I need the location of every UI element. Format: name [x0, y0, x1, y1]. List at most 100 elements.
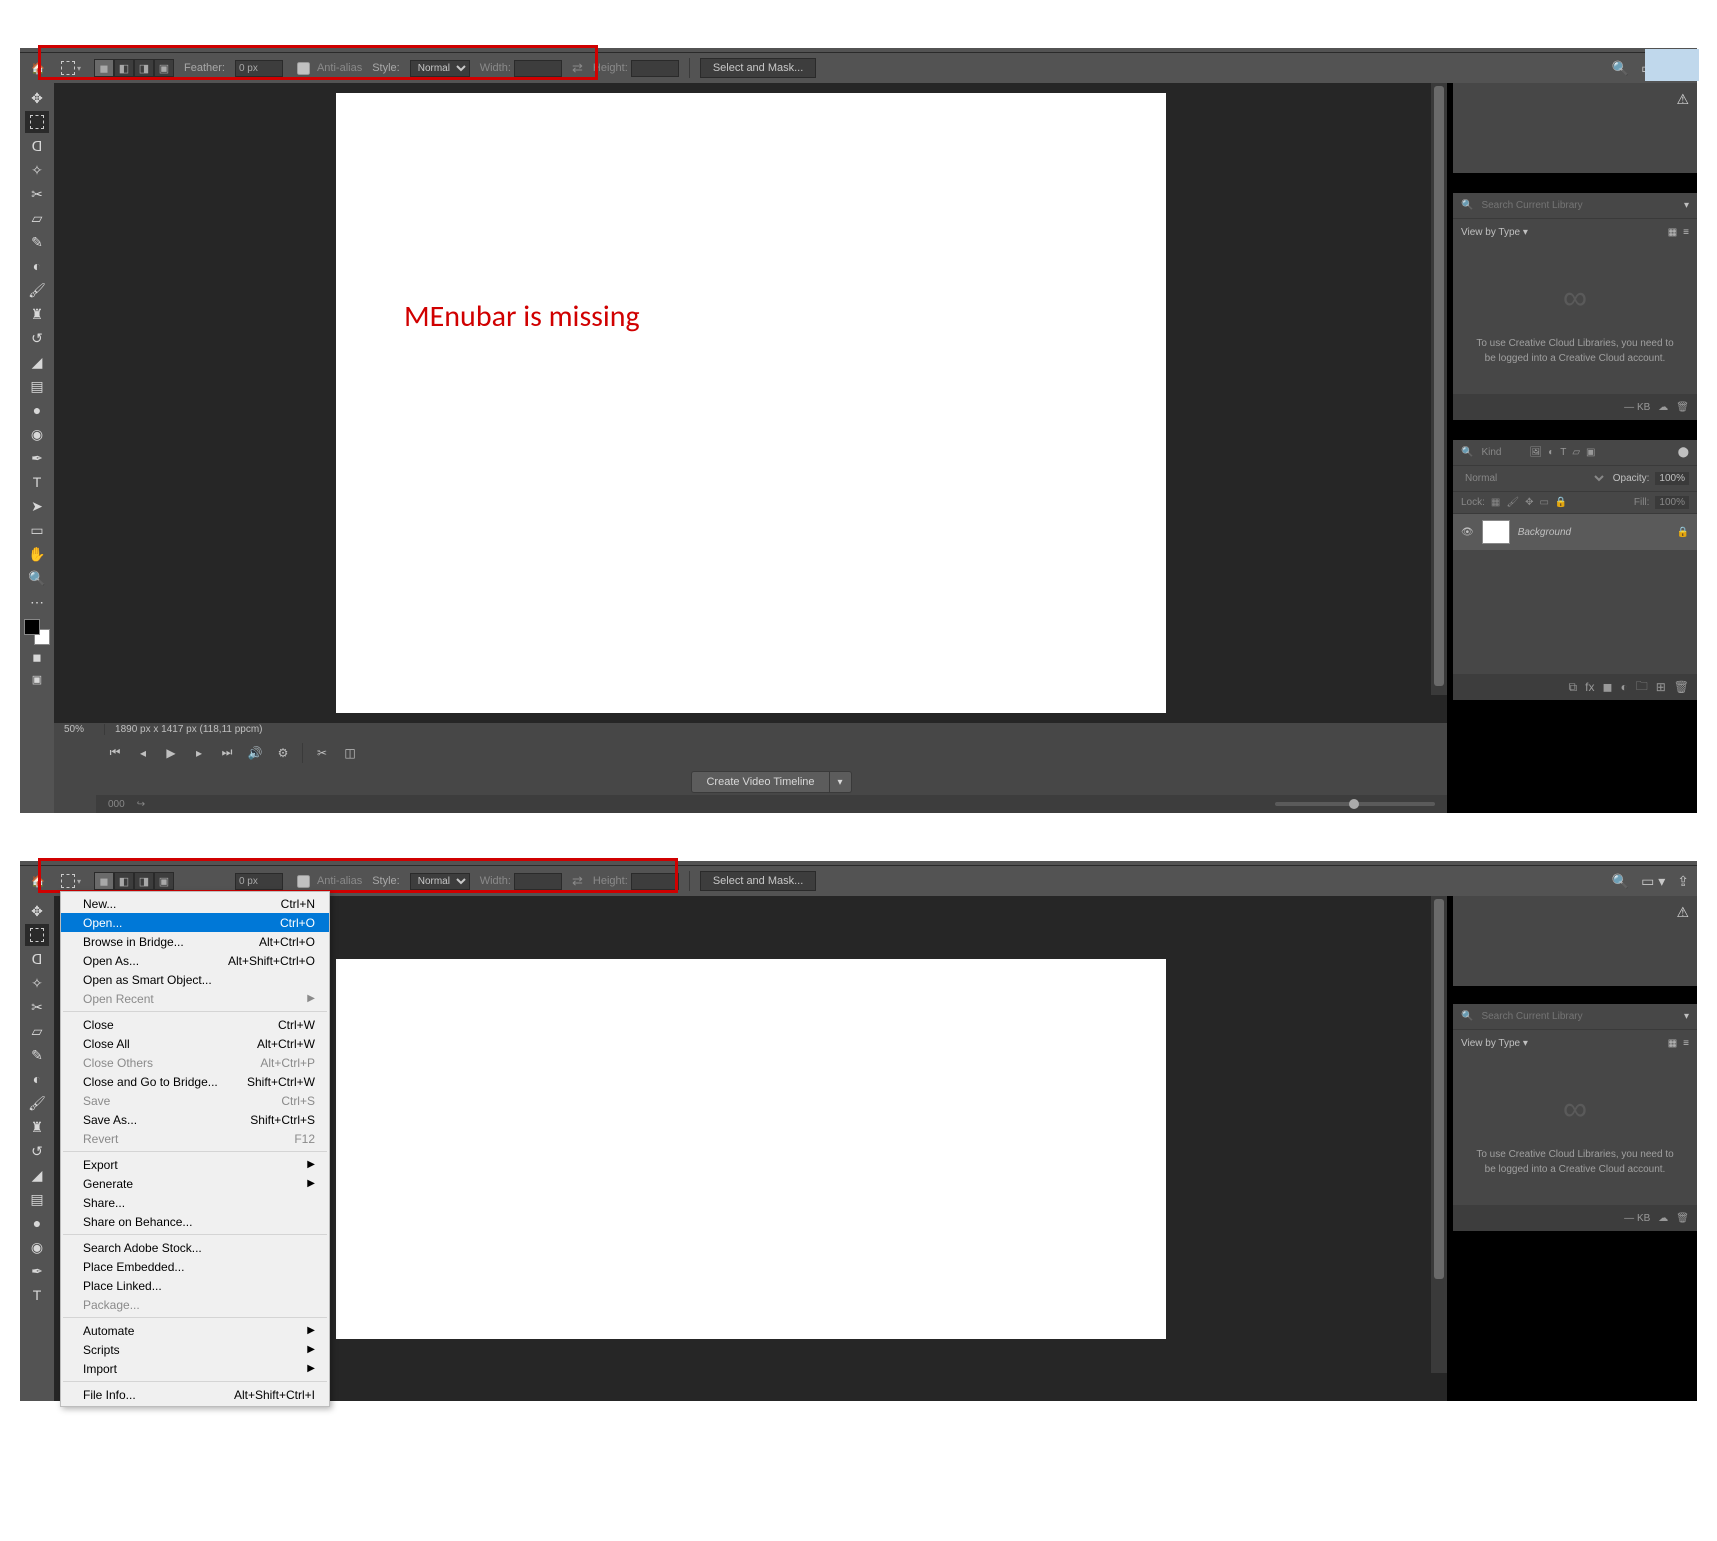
share-icon[interactable]: ⇪ [1677, 873, 1689, 890]
tool-healing[interactable]: ◐ [25, 255, 49, 277]
select-and-mask-button[interactable]: Select and Mask... [700, 871, 817, 891]
create-video-timeline-button[interactable]: Create Video Timeline [691, 771, 829, 793]
tool-type[interactable]: T [25, 471, 49, 493]
vertical-scrollbar[interactable] [1431, 896, 1447, 1373]
lock-all-icon[interactable]: 🔒 [1555, 497, 1567, 508]
menu-item-share-on-behance[interactable]: Share on Behance... [61, 1212, 329, 1231]
fx-icon[interactable]: fx [1585, 680, 1594, 694]
tl-prev-frame-icon[interactable]: ◂ [134, 746, 152, 760]
tool-path-select[interactable]: ➤ [25, 495, 49, 517]
tool-magic-wand[interactable]: ✧ [25, 972, 49, 994]
tool-lasso[interactable]: ᗡ [25, 948, 49, 970]
menu-item-place-embedded[interactable]: Place Embedded... [61, 1257, 329, 1276]
tool-move[interactable]: ✥ [25, 87, 49, 109]
lock-trans-icon[interactable]: ▦ [1491, 497, 1500, 508]
new-layer-icon[interactable]: ⊞ [1656, 680, 1666, 694]
tl-first-frame-icon[interactable]: ⏮ [106, 745, 124, 760]
tl-audio-icon[interactable]: 🔊 [246, 746, 264, 760]
tool-brush[interactable]: 🖌 [25, 1092, 49, 1114]
tool-history-brush[interactable]: ↺ [25, 327, 49, 349]
menu-item-automate[interactable]: Automate▶ [61, 1321, 329, 1340]
menu-item-save-as[interactable]: Save As...Shift+Ctrl+S [61, 1110, 329, 1129]
lib-dropdown-icon[interactable]: ▾ [1684, 1011, 1689, 1022]
vertical-scrollbar[interactable] [1431, 83, 1447, 695]
search-icon[interactable]: 🔍 [1612, 873, 1629, 890]
tool-eraser[interactable]: ◢ [25, 351, 49, 373]
fill-value[interactable]: 100% [1655, 496, 1689, 509]
screen-mode-icon[interactable]: ▣ [25, 669, 49, 689]
tl-split-icon[interactable]: ✂ [313, 746, 331, 760]
lib-trash-icon[interactable]: 🗑 [1676, 1213, 1689, 1224]
layer-visibility-icon[interactable]: 👁 [1461, 527, 1474, 538]
opacity-value[interactable]: 100% [1655, 472, 1689, 485]
layer-name[interactable]: Background [1518, 527, 1571, 538]
tool-blur[interactable]: ● [25, 1212, 49, 1234]
quick-mask-icon[interactable]: ◼ [25, 647, 49, 667]
lib-search-input[interactable] [1479, 199, 1678, 212]
lock-pos-icon[interactable]: ✥ [1525, 497, 1533, 508]
tl-last-frame-icon[interactable]: ⏭ [218, 745, 236, 760]
search-icon[interactable]: 🔍 [1612, 60, 1629, 77]
tool-healing[interactable]: ◐ [25, 1068, 49, 1090]
kind-filter[interactable] [1479, 446, 1519, 459]
menu-item-close[interactable]: CloseCtrl+W [61, 1015, 329, 1034]
menu-item-open-as-smart-object[interactable]: Open as Smart Object... [61, 970, 329, 989]
link-layers-icon[interactable]: ⧉ [1569, 680, 1578, 695]
group-icon[interactable]: 🗀 [1636, 677, 1648, 698]
tool-marquee[interactable] [25, 924, 49, 946]
select-and-mask-button[interactable]: Select and Mask... [700, 58, 817, 78]
menu-item-open-as[interactable]: Open As...Alt+Shift+Ctrl+O [61, 951, 329, 970]
create-timeline-dropdown[interactable]: ▾ [830, 771, 852, 793]
tool-gradient[interactable]: ▤ [25, 1188, 49, 1210]
lib-view-label[interactable]: View by Type [1461, 227, 1520, 238]
filter-shape-icon[interactable]: ▱ [1572, 447, 1580, 458]
tool-eyedropper[interactable]: ✎ [25, 1044, 49, 1066]
menu-item-place-linked[interactable]: Place Linked... [61, 1276, 329, 1295]
tool-gradient[interactable]: ▤ [25, 375, 49, 397]
tool-blur[interactable]: ● [25, 399, 49, 421]
cloud-doc-thumb[interactable] [1645, 49, 1699, 81]
tool-crop[interactable]: ✂ [25, 996, 49, 1018]
tl-settings-icon[interactable]: ⚙ [274, 746, 292, 760]
tool-eyedropper[interactable]: ✎ [25, 231, 49, 253]
menu-item-search-adobe-stock[interactable]: Search Adobe Stock... [61, 1238, 329, 1257]
tool-brush[interactable]: 🖌 [25, 279, 49, 301]
doc-info[interactable]: 1890 px x 1417 px (118,11 ppcm) [104, 724, 263, 735]
tool-clone[interactable]: ♜ [25, 303, 49, 325]
menu-item-new[interactable]: New...Ctrl+N [61, 894, 329, 913]
lib-dropdown-icon[interactable]: ▾ [1684, 200, 1689, 211]
lib-grid-icon[interactable]: ▦ [1668, 227, 1677, 238]
tl-next-frame-icon[interactable]: ▸ [190, 746, 208, 760]
menu-item-import[interactable]: Import▶ [61, 1359, 329, 1378]
canvas[interactable] [336, 959, 1166, 1339]
tl-transition-icon[interactable]: ◫ [341, 746, 359, 760]
tl-zoom-slider[interactable] [1275, 802, 1435, 806]
filter-smart-icon[interactable]: ▣ [1586, 447, 1595, 458]
tool-crop[interactable]: ✂ [25, 183, 49, 205]
lib-sync-icon[interactable]: ☁ [1658, 1213, 1668, 1224]
tool-dodge[interactable]: ◉ [25, 423, 49, 445]
menu-item-file-info[interactable]: File Info...Alt+Shift+Ctrl+I [61, 1385, 329, 1404]
tool-rectangle[interactable]: ▭ [25, 519, 49, 541]
tool-type[interactable]: T [25, 1284, 49, 1306]
lock-nest-icon[interactable]: ▭ [1539, 497, 1548, 508]
tool-eraser[interactable]: ◢ [25, 1164, 49, 1186]
menu-item-open[interactable]: Open...Ctrl+O [61, 913, 329, 932]
tl-play-icon[interactable]: ▶ [162, 746, 180, 760]
filter-toggle[interactable]: ⬤ [1678, 447, 1689, 458]
tool-frame[interactable]: ▱ [25, 207, 49, 229]
menu-item-export[interactable]: Export▶ [61, 1155, 329, 1174]
menu-item-scripts[interactable]: Scripts▶ [61, 1340, 329, 1359]
menu-item-generate[interactable]: Generate▶ [61, 1174, 329, 1193]
tool-dodge[interactable]: ◉ [25, 1236, 49, 1258]
canvas[interactable] [336, 93, 1166, 713]
zoom-display[interactable]: 50% [64, 724, 84, 735]
lock-pixel-icon[interactable]: 🖌 [1506, 497, 1519, 508]
tool-frame[interactable]: ▱ [25, 1020, 49, 1042]
lib-grid-icon[interactable]: ▦ [1668, 1038, 1677, 1049]
tool-pen[interactable]: ✒ [25, 1260, 49, 1282]
menu-item-close-and-go-to-bridge[interactable]: Close and Go to Bridge...Shift+Ctrl+W [61, 1072, 329, 1091]
tool-pen[interactable]: ✒ [25, 447, 49, 469]
mask-icon[interactable]: ◼ [1602, 680, 1612, 694]
menu-item-browse-in-bridge[interactable]: Browse in Bridge...Alt+Ctrl+O [61, 932, 329, 951]
